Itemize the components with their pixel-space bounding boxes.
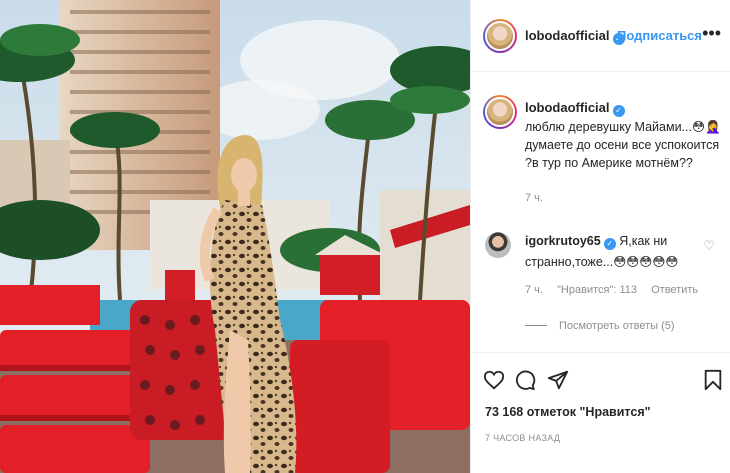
bookmark-icon[interactable] (703, 369, 723, 391)
author-username-text[interactable]: lobodaofficial (525, 28, 610, 43)
caption-line-1: люблю деревушку Майами... (525, 120, 692, 134)
view-replies-button[interactable]: Посмотреть ответы (5) (525, 320, 675, 332)
reply-button[interactable]: Ответить (651, 284, 698, 296)
caption-avatar[interactable] (483, 95, 517, 129)
caption-text: люблю деревушку Майами...😳🤦‍♀️ думаете д… (525, 118, 725, 172)
caption-username-text[interactable]: lobodaofficial (525, 100, 610, 115)
caption-emoji: 😳🤦‍♀️ (691, 120, 721, 134)
share-icon[interactable] (547, 369, 569, 391)
comment-line-1: igorkrutoy65 ✓ Я,как ни (525, 234, 667, 250)
caption-time[interactable]: 7 ч. (525, 192, 543, 204)
comment-text-1: Я,как ни (619, 234, 668, 248)
posted-ago[interactable]: 7 ЧАСОВ НАЗАД (485, 433, 560, 443)
view-replies-label[interactable]: Посмотреть ответы (5) (559, 320, 675, 332)
post-header: lobodaofficial ✓ Подписаться ••• (471, 0, 730, 72)
verified-icon: ✓ (612, 105, 625, 117)
heart-icon[interactable] (483, 369, 505, 391)
commenter-username[interactable]: igorkrutoy65 ✓ (525, 234, 616, 250)
comment-meta: 7 ч. "Нравится": 113 Ответить (525, 284, 709, 296)
post-photo[interactable] (0, 0, 470, 473)
post-actions: 73 168 отметок "Нравится" 7 ЧАСОВ НАЗАД (471, 352, 730, 472)
post-side-panel: lobodaofficial ✓ Подписаться ••• lobodaof… (470, 0, 730, 473)
commenter-avatar[interactable] (485, 232, 511, 258)
post-image (0, 0, 470, 473)
verified-icon: ✓ (603, 238, 616, 250)
comment-heart-icon[interactable]: ♡ (703, 238, 715, 254)
likes-count[interactable]: 73 168 отметок "Нравится" (485, 405, 651, 419)
caption-line-2: думаете до осени все успокоится ?в тур п… (525, 138, 720, 170)
commenter-username-text[interactable]: igorkrutoy65 (525, 234, 601, 248)
comment-time[interactable]: 7 ч. (525, 284, 543, 296)
comment-icon[interactable] (514, 369, 536, 391)
comment-likes[interactable]: "Нравится": 113 (557, 284, 637, 296)
follow-button[interactable]: Подписаться (617, 28, 702, 43)
replies-rule (525, 325, 547, 326)
comment-text-2: странно,тоже...😳😳😳😳😳 (525, 255, 679, 269)
more-icon[interactable]: ••• (702, 23, 721, 44)
caption-username[interactable]: lobodaofficial ✓ (525, 100, 625, 117)
author-username[interactable]: lobodaofficial ✓ (525, 28, 625, 45)
author-avatar[interactable] (483, 19, 517, 53)
